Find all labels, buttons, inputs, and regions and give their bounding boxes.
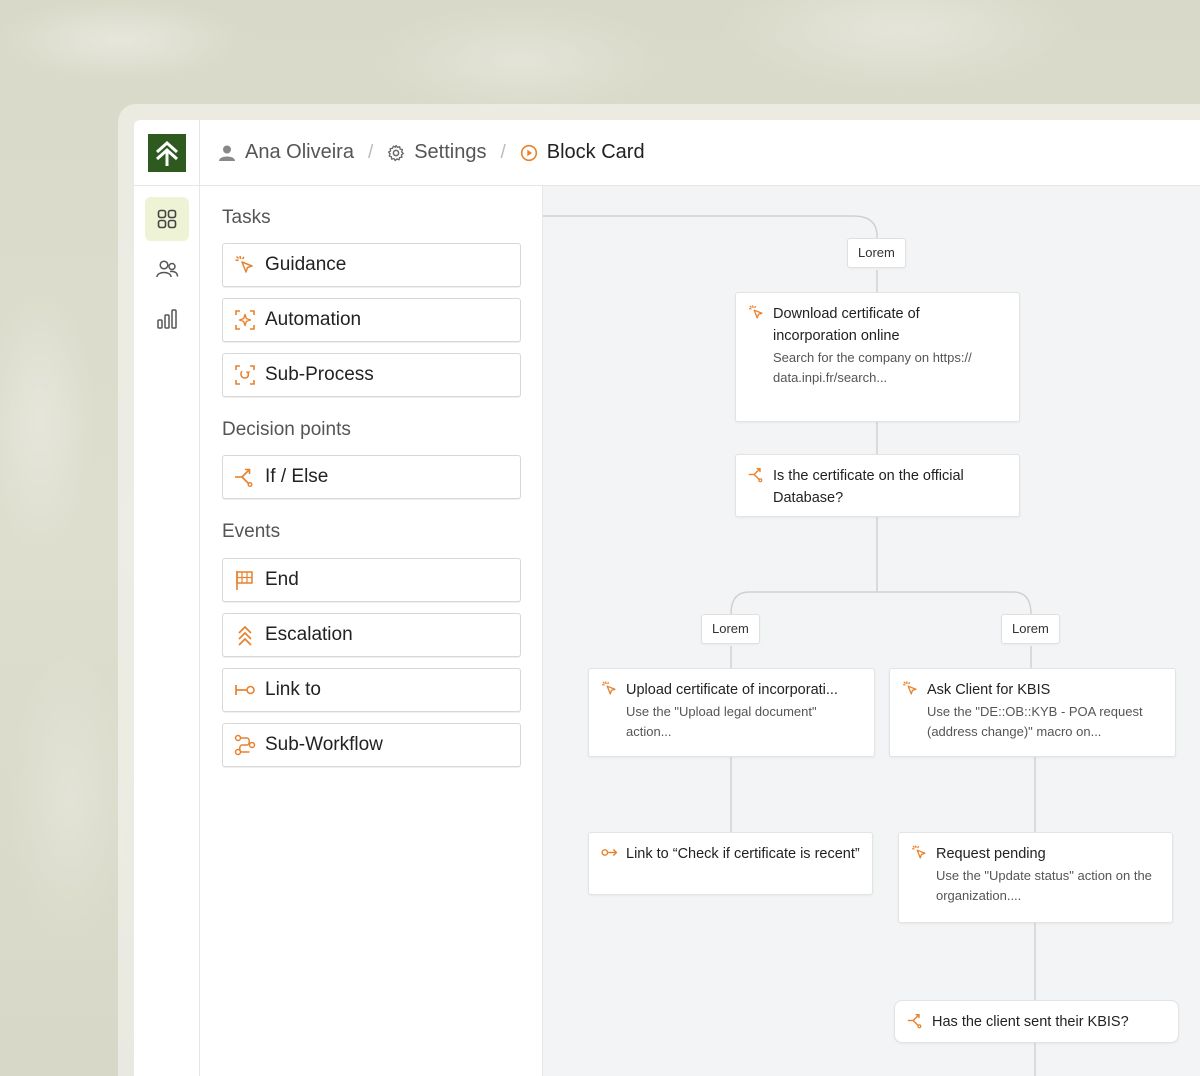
breadcrumb-user[interactable]: Ana Oliveira — [218, 141, 354, 164]
breadcrumb-separator: / — [500, 141, 506, 163]
cursor-click-icon — [235, 255, 253, 273]
node-ask-client-kbis[interactable]: Ask Client for KBIS Use the "DE::OB::KYB… — [889, 668, 1176, 757]
node-title: Is the certificate on the official Datab… — [773, 468, 964, 506]
logo-cell — [134, 120, 200, 186]
play-circle-icon — [520, 144, 537, 161]
node-decision-kbis-sent[interactable]: Has the client sent their KBIS? — [894, 1000, 1179, 1043]
node-title: Download certificate of incorporation on… — [773, 306, 920, 344]
flag-icon — [236, 571, 253, 590]
nav-rail — [134, 186, 200, 1076]
branch-label-tag[interactable]: Lorem — [701, 614, 760, 644]
cursor-click-icon — [903, 681, 917, 695]
node-title: Upload certificate of incorporati... — [626, 682, 838, 698]
cursor-click-icon — [749, 305, 763, 319]
section-title-events: Events — [222, 521, 281, 542]
node-title: Ask Client for KBIS — [927, 682, 1051, 698]
gear-icon — [388, 144, 405, 161]
branch-label-tag[interactable]: Lorem — [1001, 614, 1060, 644]
nav-users[interactable] — [145, 247, 189, 291]
branch-icon — [235, 468, 253, 488]
cursor-click-icon — [602, 681, 616, 695]
branch-icon — [748, 468, 763, 483]
breadcrumb-separator: / — [367, 141, 374, 163]
node-request-pending[interactable]: Request pending Use the "Update status" … — [898, 832, 1173, 923]
palette-item-label: End — [265, 569, 299, 590]
nav-dashboard[interactable] — [145, 197, 189, 241]
node-description: Use the "Upload legal document" action..… — [626, 704, 817, 739]
workflow-canvas[interactable]: Lorem Download certificate of incorporat… — [543, 186, 1200, 1076]
section-title-decision-points: Decision points — [222, 419, 351, 440]
palette-item-link-to[interactable]: Link to — [222, 668, 521, 712]
palette-item-end[interactable]: End — [222, 558, 521, 602]
breadcrumb-settings[interactable]: Settings — [387, 141, 486, 164]
breadcrumb-settings-label: Settings — [414, 141, 487, 163]
branch-icon — [907, 1014, 922, 1029]
sub-process-icon — [235, 365, 255, 385]
node-link-check-certificate[interactable]: Link to “Check if certificate is recent” — [588, 832, 873, 895]
node-title: Has the client sent their KBIS? — [932, 1014, 1129, 1030]
palette-item-sub-workflow[interactable]: Sub-Workflow — [222, 723, 521, 767]
users-icon — [156, 260, 179, 278]
app-window: Ana Oliveira / Settings / Block Card Tas… — [134, 120, 1200, 1076]
top-bar: Ana Oliveira / Settings / Block Card — [134, 120, 1200, 186]
branch-label-tag[interactable]: Lorem — [847, 238, 906, 268]
bar-chart-icon — [157, 309, 177, 329]
breadcrumb-block-card[interactable]: Block Card — [520, 141, 645, 164]
palette-item-label: Guidance — [265, 254, 347, 275]
breadcrumb: Ana Oliveira / Settings / Block Card — [200, 141, 645, 164]
grid-icon — [157, 209, 177, 229]
link-icon — [601, 848, 618, 857]
palette-item-label: If / Else — [265, 466, 329, 487]
palette-item-sub-process[interactable]: Sub-Process — [222, 353, 521, 397]
breadcrumb-user-label: Ana Oliveira — [245, 141, 354, 163]
palette-item-label: Sub-Workflow — [265, 734, 383, 755]
palette-item-escalation[interactable]: Escalation — [222, 613, 521, 657]
palette-item-label: Escalation — [265, 624, 353, 645]
node-description: Use the "Update status" action on the or… — [936, 868, 1152, 903]
palette-item-automation[interactable]: Automation — [222, 298, 521, 342]
nav-analytics[interactable] — [145, 297, 189, 341]
block-palette: Tasks Guidance Automation Sub-Process De… — [200, 186, 543, 1076]
node-title: Request pending — [936, 846, 1046, 862]
node-download-certificate[interactable]: Download certificate of incorporation on… — [735, 292, 1020, 422]
node-decision-official-database[interactable]: Is the certificate on the official Datab… — [735, 454, 1020, 517]
escalation-icon — [238, 625, 252, 646]
app-logo[interactable] — [147, 133, 186, 172]
cursor-click-icon — [912, 845, 926, 859]
user-icon — [219, 145, 235, 161]
palette-item-label: Sub-Process — [265, 364, 374, 385]
palette-item-guidance[interactable]: Guidance — [222, 243, 521, 287]
palette-item-if-else[interactable]: If / Else — [222, 455, 521, 499]
section-title-tasks: Tasks — [222, 207, 271, 228]
breadcrumb-block-card-label: Block Card — [546, 141, 645, 163]
node-upload-certificate[interactable]: Upload certificate of incorporati... Use… — [588, 668, 875, 757]
automation-icon — [235, 310, 255, 330]
node-title: Link to “Check if certificate is recent” — [626, 846, 860, 862]
sub-workflow-icon — [234, 734, 256, 756]
palette-item-label: Automation — [265, 309, 362, 330]
palette-item-label: Link to — [265, 679, 321, 700]
node-description: Use the "DE::OB::KYB - POA request (addr… — [927, 704, 1143, 739]
logo-arrows-icon — [155, 140, 178, 166]
node-description: Search for the company on https:// data.… — [773, 350, 972, 385]
link-to-icon — [235, 685, 255, 695]
